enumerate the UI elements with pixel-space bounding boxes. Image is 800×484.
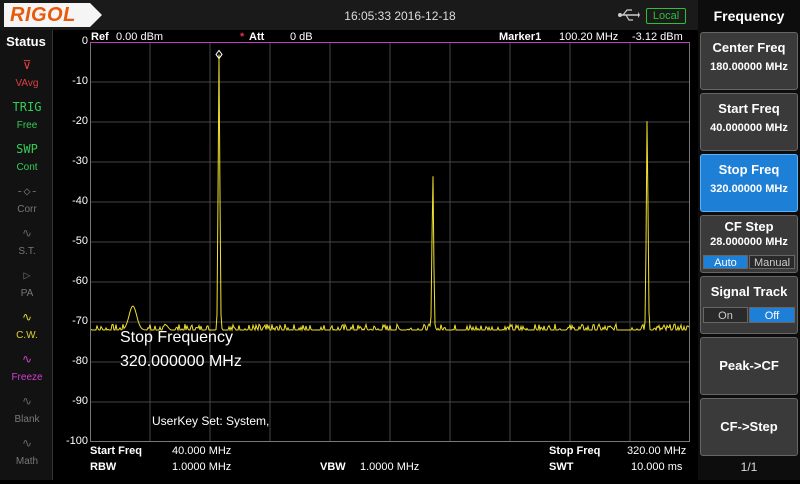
status-icon: ∿ — [21, 352, 33, 366]
y-tick-label: -30 — [72, 155, 88, 167]
center-freq-label: Center Freq — [712, 40, 786, 55]
vbw-label: VBW — [320, 461, 346, 473]
stop-freq-key-label: Stop Freq — [718, 162, 780, 177]
y-tick-label: -50 — [72, 235, 88, 247]
vbw-value: 1.0000 MHz — [360, 461, 420, 473]
start-freq-label: Start Freq — [90, 445, 142, 457]
rbw-value: 1.0000 MHz — [172, 461, 232, 473]
y-tick-label: -80 — [72, 355, 88, 367]
status-label: Freeze — [11, 372, 43, 383]
status-icon: ⊽ — [22, 58, 32, 72]
signal-track-label: Signal Track — [710, 284, 788, 299]
cf-step-manual-option[interactable]: Manual — [749, 255, 795, 269]
start-freq-key-value: 40.000000 MHz — [710, 122, 788, 134]
status-title: Status — [6, 34, 46, 49]
cf-to-step-label: CF->Step — [720, 419, 778, 434]
rbw-label: RBW — [90, 461, 117, 473]
page-indicator: 1/1 — [740, 460, 758, 474]
y-tick-label: -90 — [72, 395, 88, 407]
status-icon: ∿ — [21, 436, 33, 450]
date-time: 16:05:33 2016-12-18 — [344, 9, 456, 23]
status-label: Cont — [16, 162, 38, 173]
signal-track-off-option[interactable]: Off — [749, 307, 795, 323]
signal-track-button[interactable]: Signal Track — [700, 276, 798, 334]
status-label: C.W. — [16, 330, 38, 341]
y-tick-label: -60 — [72, 275, 88, 287]
userkey-set-text: UserKey Set: System, — [152, 414, 270, 428]
status-icon: SWP — [16, 142, 38, 156]
stop-frequency-overlay: Stop Frequency 320.000000 MHz — [120, 326, 242, 374]
stop-freq-value: 320.00 MHz — [627, 445, 687, 457]
status-label: Blank — [14, 414, 40, 425]
y-tick-label: -10 — [72, 75, 88, 87]
usb-icon — [618, 9, 640, 21]
signal-track-on-option[interactable]: On — [703, 307, 748, 323]
center-freq-value: 180.00000 MHz — [710, 61, 788, 73]
cf-step-value: 28.000000 MHz — [710, 236, 788, 248]
start-freq-key-label: Start Freq — [718, 101, 780, 116]
status-icon: TRIG — [12, 100, 42, 114]
status-label: Math — [15, 456, 39, 467]
status-label: Corr — [17, 204, 37, 215]
status-label: S.T. — [18, 246, 36, 257]
status-icon: -◇- — [16, 184, 38, 198]
swt-value: 10.000 ms — [631, 461, 683, 473]
rigol-logo: RIGOL — [4, 3, 90, 27]
y-tick-label: 0 — [81, 35, 88, 47]
y-tick-label: -70 — [72, 315, 88, 327]
menu-title: Frequency — [713, 8, 785, 24]
stop-freq-key-value: 320.00000 MHz — [710, 183, 788, 195]
logo-tail — [90, 3, 102, 27]
start-freq-button[interactable]: Start Freq 40.000000 MHz — [700, 93, 798, 151]
center-freq-button[interactable]: Center Freq 180.00000 MHz — [700, 32, 798, 90]
plot-frame — [90, 42, 690, 442]
start-freq-value: 40.000 MHz — [172, 445, 232, 457]
y-tick-label: -40 — [72, 195, 88, 207]
peak-to-cf-label: Peak->CF — [719, 358, 779, 373]
swt-label: SWT — [549, 461, 574, 473]
status-label: PA — [20, 288, 34, 299]
local-badge: Local — [646, 8, 686, 24]
overlay-value: 320.000000 MHz — [120, 353, 242, 370]
reference-level-line — [90, 42, 690, 43]
status-label: Free — [16, 120, 38, 131]
cf-step-auto-option[interactable]: Auto — [703, 255, 748, 269]
status-icon: ∿ — [21, 226, 33, 240]
status-icon: ∿ — [21, 310, 33, 324]
status-icon: ▷ — [23, 268, 31, 282]
peak-to-cf-button[interactable]: Peak->CF — [700, 337, 798, 395]
y-tick-label: -20 — [72, 115, 88, 127]
status-label: VAvg — [15, 78, 39, 89]
status-item-math: ∿ Math — [6, 430, 48, 484]
overlay-title: Stop Frequency — [120, 329, 233, 346]
stop-freq-label: Stop Freq — [549, 445, 601, 457]
cf-to-step-button[interactable]: CF->Step — [700, 398, 798, 456]
stop-freq-button[interactable]: Stop Freq 320.00000 MHz — [700, 154, 798, 212]
status-icon: ∿ — [21, 394, 33, 408]
y-tick-label: -100 — [65, 435, 88, 447]
cf-step-label: CF Step — [724, 219, 774, 234]
